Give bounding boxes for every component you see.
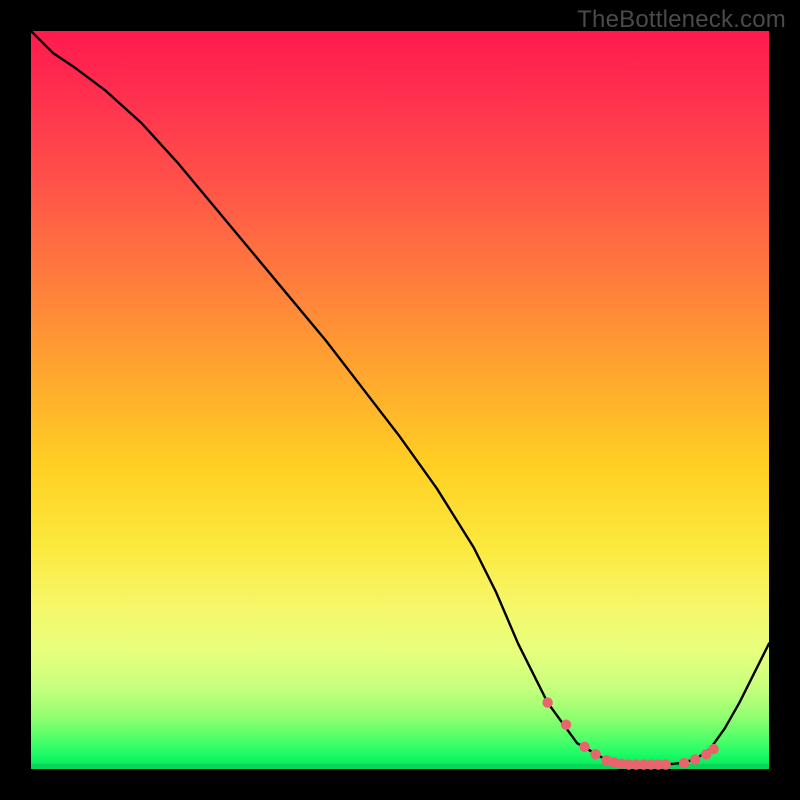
optimal-marker [690,754,700,764]
optimal-marker [679,758,689,768]
optimal-marker [542,697,552,707]
plot-area [31,31,769,769]
bottleneck-curve [31,31,769,765]
watermark-text: TheBottleneck.com [577,6,786,34]
chart-frame: TheBottleneck.com [0,0,800,800]
optimal-marker [561,720,571,730]
optimal-marker [660,759,670,769]
optimal-marker [579,742,589,752]
optimal-marker [708,744,718,754]
curve-layer [31,31,769,769]
optimal-marker [590,749,600,759]
